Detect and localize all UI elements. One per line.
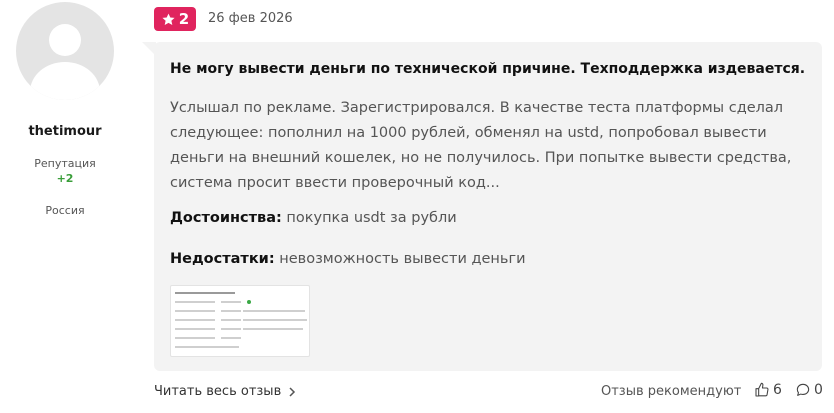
like-button[interactable]: 6 [754, 382, 782, 398]
pros-text: покупка usdt за рубли [286, 210, 457, 226]
comments-count: 0 [814, 382, 823, 398]
cons-text: невозможность вывести деньги [279, 251, 526, 267]
cons-label: Недостатки: [170, 251, 275, 267]
read-full-review-link[interactable]: Читать весь отзыв [154, 384, 296, 399]
rating-badge: 2 [154, 7, 196, 31]
reputation-label: Репутация [34, 157, 96, 170]
avatar-head [49, 24, 81, 56]
user-country: Россия [45, 204, 85, 217]
review-pros: Достоинства: покупка usdt за рубли [170, 210, 810, 226]
username[interactable]: thetimour [0, 124, 130, 139]
pros-label: Достоинства: [170, 210, 282, 226]
recommended-label: Отзыв рекомендуют [601, 384, 742, 399]
attachment-thumbnail[interactable] [170, 285, 310, 357]
review-cons: Недостатки: невозможность вывести деньги [170, 251, 810, 267]
read-more-label: Читать весь отзыв [154, 384, 282, 399]
reputation-value: +2 [56, 172, 74, 185]
thumbs-up-icon [755, 382, 769, 397]
avatar[interactable] [16, 2, 114, 100]
review-date: 26 фев 2026 [208, 11, 293, 26]
comment-icon [796, 383, 810, 396]
star-icon [162, 13, 175, 25]
review-text: Услышал по рекламе. Зарегистрировался. В… [170, 100, 792, 191]
review-title[interactable]: Не могу вывести деньги по технической пр… [170, 61, 810, 77]
likes-count: 6 [773, 382, 782, 398]
avatar-body [30, 62, 100, 100]
chevron-right-icon [289, 386, 296, 397]
rating-value: 2 [178, 10, 190, 28]
comment-button[interactable]: 0 [795, 382, 823, 398]
